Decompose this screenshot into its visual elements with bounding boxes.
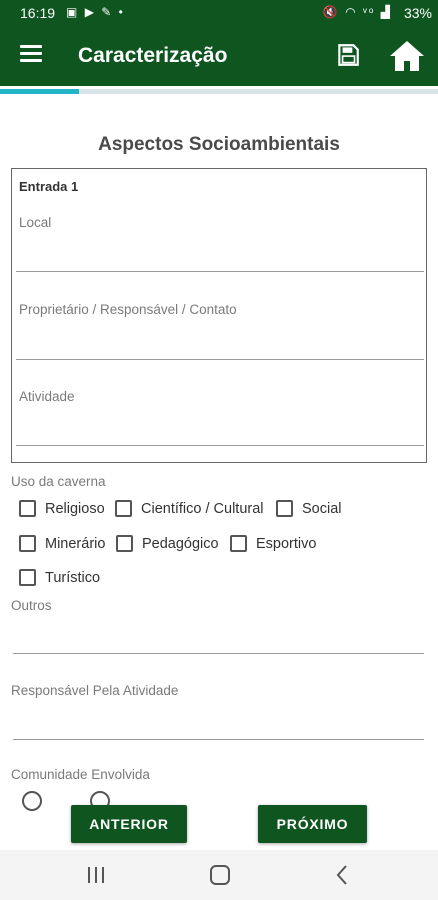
checkbox-box[interactable] — [19, 535, 36, 552]
radio-sim[interactable] — [22, 791, 42, 811]
checkbox-box[interactable] — [19, 569, 36, 586]
outros-label: Outros — [11, 598, 52, 613]
status-left-icons: ▣ ▶ ✎ • — [66, 5, 125, 19]
video-icon: ▶ — [84, 5, 96, 19]
entry-card: Entrada 1 Local Proprietário / Responsáv… — [11, 168, 427, 463]
page-title: Caracterização — [78, 44, 228, 67]
notification-icon: ✎ — [101, 5, 114, 19]
atividade-underline — [16, 445, 424, 446]
checkbox-label: Minerário — [45, 535, 106, 552]
checkbox-box[interactable] — [115, 500, 132, 517]
anterior-button[interactable]: ANTERIOR — [71, 805, 187, 843]
status-time: 16:19 — [20, 5, 56, 21]
checkbox-minerario[interactable]: Minerário — [19, 535, 105, 552]
recents-icon[interactable] — [88, 867, 106, 883]
proprietario-label: Proprietário / Responsável / Contato — [19, 302, 237, 317]
checkbox-esportivo[interactable]: Esportivo — [230, 535, 316, 552]
volte-icon: ᵛᵒ — [363, 5, 376, 19]
proprietario-underline — [16, 359, 424, 360]
uso-caverna-label: Uso da caverna — [11, 474, 106, 489]
local-field[interactable]: Local — [16, 207, 424, 277]
image-icon: ▣ — [66, 5, 80, 19]
local-label: Local — [19, 215, 52, 230]
entry-title: Entrada 1 — [19, 179, 79, 194]
responsavel-field[interactable]: Responsável Pela Atividade — [11, 682, 424, 742]
section-title: Aspectos Socioambientais — [98, 134, 340, 155]
status-right-icons: 🔇 ◠ ᵛᵒ ▟ — [323, 5, 392, 19]
proximo-button[interactable]: PRÓXIMO — [258, 805, 367, 843]
home-icon[interactable] — [389, 40, 425, 72]
home-nav-icon[interactable] — [210, 865, 230, 885]
local-underline — [16, 271, 424, 272]
outros-underline — [13, 653, 424, 654]
status-bar: 16:19 ▣ ▶ ✎ • 🔇 ◠ ᵛᵒ ▟ 33% — [0, 0, 438, 26]
dot-icon: • — [118, 5, 125, 19]
checkbox-label: Social — [302, 500, 342, 517]
checkbox-box[interactable] — [116, 535, 133, 552]
save-icon[interactable] — [335, 42, 361, 68]
menu-icon[interactable] — [20, 45, 42, 63]
outros-field[interactable]: Outros — [11, 596, 424, 656]
signal-icon: ▟ — [380, 5, 392, 19]
checkbox-religioso[interactable]: Religioso — [19, 500, 105, 517]
atividade-label: Atividade — [19, 389, 75, 404]
checkbox-pedagogico[interactable]: Pedagógico — [116, 535, 219, 552]
checkbox-turistico[interactable]: Turístico — [19, 569, 100, 586]
wifi-icon: ◠ — [345, 5, 358, 19]
comunidade-label: Comunidade Envolvida — [11, 767, 150, 782]
checkbox-label: Religioso — [45, 500, 105, 517]
progress-bar — [0, 89, 438, 94]
battery-level: 33% — [403, 5, 432, 21]
checkbox-box[interactable] — [230, 535, 247, 552]
progress-fill — [0, 89, 79, 94]
back-icon[interactable] — [334, 864, 350, 886]
checkbox-social[interactable]: Social — [276, 500, 342, 517]
responsavel-underline — [13, 739, 424, 740]
atividade-field[interactable]: Atividade — [16, 381, 424, 451]
checkbox-label: Esportivo — [256, 535, 317, 552]
app-bar: Caracterização — [0, 26, 438, 86]
checkbox-box[interactable] — [276, 500, 293, 517]
mute-icon: 🔇 — [322, 5, 340, 19]
checkbox-label: Turístico — [45, 569, 101, 586]
checkbox-cientifico[interactable]: Científico / Cultural — [115, 500, 264, 517]
checkbox-label: Científico / Cultural — [141, 500, 264, 517]
proprietario-field[interactable]: Proprietário / Responsável / Contato — [16, 294, 424, 364]
system-nav-bar — [0, 850, 438, 900]
checkbox-label: Pedagógico — [142, 535, 219, 552]
checkbox-box[interactable] — [19, 500, 36, 517]
responsavel-label: Responsável Pela Atividade — [11, 683, 179, 698]
